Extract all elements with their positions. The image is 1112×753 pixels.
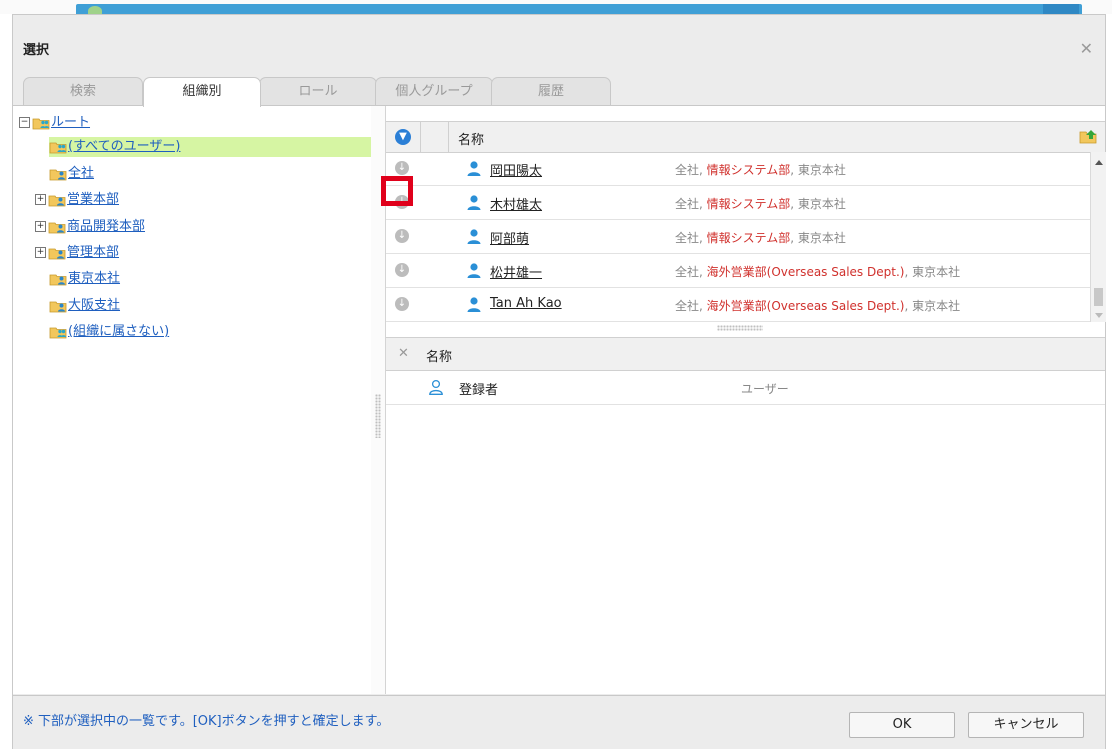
dialog-footer: ※ 下部が選択中の一覧です。[OK]ボタンを押すと確定します。 OK キャンセル: [13, 695, 1105, 749]
tree-node-root[interactable]: − ルート: [19, 113, 90, 133]
tree-node-all-users[interactable]: (すべてのユーザー): [49, 137, 371, 157]
tree-label[interactable]: 管理本部: [67, 245, 119, 260]
tab-role[interactable]: ロール: [259, 77, 377, 105]
collapse-icon[interactable]: −: [19, 117, 30, 128]
org-folder-icon: [48, 222, 66, 233]
tab-by-organization[interactable]: 組織別: [143, 77, 261, 107]
user-organization: 全社, 海外営業部(Overseas Sales Dept.), 東京本社: [675, 265, 961, 279]
user-grid-body: ↓ 岡田陽太 全社, 情報システム部, 東京本社 ↓ 木村雄太 全社, 情報シス…: [386, 152, 1090, 322]
splitter-grip-icon[interactable]: [717, 325, 763, 331]
column-header-name[interactable]: 名称: [426, 346, 452, 365]
horizontal-splitter[interactable]: [386, 322, 1105, 338]
scroll-up-icon[interactable]: [1095, 160, 1103, 165]
tree-node-admin[interactable]: + 管理本部: [35, 243, 119, 263]
dialog-titlebar: 選択 ✕: [13, 15, 1105, 65]
cancel-button[interactable]: キャンセル: [968, 712, 1084, 738]
user-name-link[interactable]: 木村雄太: [490, 194, 542, 213]
user-name-link[interactable]: Tan Ah Kao: [490, 296, 562, 311]
org-folder-icon: [49, 301, 67, 312]
add-user-icon[interactable]: ↓: [395, 297, 409, 311]
tree-node-product-dev[interactable]: + 商品開発本部: [35, 217, 145, 237]
user-organization: 全社, 海外営業部(Overseas Sales Dept.), 東京本社: [675, 299, 961, 313]
tree-label-root[interactable]: ルート: [51, 115, 90, 130]
table-row[interactable]: ↓ 阿部萌 全社, 情報システム部, 東京本社: [386, 220, 1090, 254]
tree-label[interactable]: 全社: [68, 166, 94, 181]
expand-icon[interactable]: +: [35, 194, 46, 205]
tab-history[interactable]: 履歴: [491, 77, 611, 105]
user-grid-scrollbar[interactable]: [1090, 152, 1106, 322]
user-organization: 全社, 情報システム部, 東京本社: [675, 163, 846, 177]
tree-node-company[interactable]: 全社: [49, 164, 94, 184]
table-row[interactable]: ↓ 岡田陽太 全社, 情報システム部, 東京本社: [386, 152, 1090, 186]
tree-node-sales[interactable]: + 営業本部: [35, 190, 119, 210]
annotation-highlight-box: [381, 176, 413, 206]
tree-node-osaka[interactable]: 大阪支社: [49, 296, 120, 316]
scroll-down-icon[interactable]: [1095, 313, 1103, 318]
add-user-icon[interactable]: ↓: [395, 229, 409, 243]
footer-note: ※ 下部が選択中の一覧です。[OK]ボタンを押すと確定します。: [23, 714, 390, 729]
organization-tree: − ルート (すべてのユーザー) 全社 + 営業本部 + 商品開発本部 + 管理本部 東…: [13, 106, 372, 694]
column-header-name[interactable]: 名称: [458, 129, 484, 148]
tab-search[interactable]: 検索: [23, 77, 143, 105]
tab-personal-group[interactable]: 個人グループ: [375, 77, 493, 105]
tree-label[interactable]: 営業本部: [67, 192, 119, 207]
user-name-link[interactable]: 阿部萌: [490, 228, 529, 247]
user-organization: 全社, 情報システム部, 東京本社: [675, 197, 846, 211]
user-name-link[interactable]: 岡田陽太: [490, 160, 542, 179]
splitter-grip-icon[interactable]: [375, 394, 381, 438]
org-folder-icon: [49, 169, 67, 180]
remove-all-icon[interactable]: ✕: [398, 346, 409, 361]
table-row[interactable]: ↓ 木村雄太 全社, 情報システム部, 東京本社: [386, 186, 1090, 220]
user-organization: 全社, 情報システム部, 東京本社: [675, 231, 846, 245]
dialog-title: 選択: [23, 43, 50, 58]
user-icon: [467, 297, 481, 312]
column-divider: [448, 122, 449, 152]
user-selection-area: ▼ 名称 ↓ 岡田陽太 全社, 情報システム部, 東京本社 ↓ 木村雄太 全社,…: [386, 106, 1106, 694]
selected-grid-header: ✕ 名称: [386, 337, 1105, 371]
user-icon: [467, 161, 481, 176]
user-icon: [467, 229, 481, 244]
selected-name: 登録者: [459, 383, 499, 398]
org-folder-icon: [48, 248, 66, 259]
group-folder-icon: [49, 327, 67, 338]
add-all-icon[interactable]: ▼: [395, 129, 411, 145]
tree-node-tokyo[interactable]: 東京本社: [49, 269, 120, 289]
selected-type: ユーザー: [741, 382, 789, 396]
select-dialog: 選択 ✕ 検索 組織別 ロール 個人グループ 履歴 − ルート (すべてのユーザー…: [12, 14, 1106, 749]
tree-label[interactable]: (組織に属さない): [68, 324, 169, 339]
tree-label[interactable]: (すべてのユーザー): [68, 139, 180, 154]
table-row[interactable]: ↓ Tan Ah Kao 全社, 海外営業部(Overseas Sales De…: [386, 288, 1090, 322]
selected-list-item[interactable]: 登録者 ユーザー: [386, 370, 1105, 405]
user-name-link[interactable]: 松井雄一: [490, 262, 542, 281]
org-folder-icon: [48, 195, 66, 206]
org-folder-icon: [49, 274, 67, 285]
folder-up-icon[interactable]: [1079, 128, 1099, 144]
column-divider: [420, 122, 421, 152]
add-user-icon[interactable]: ↓: [395, 263, 409, 277]
expand-icon[interactable]: +: [35, 221, 46, 232]
user-grid-header: ▼ 名称: [386, 121, 1105, 153]
scroll-thumb[interactable]: [1094, 288, 1103, 306]
user-outline-icon: [429, 379, 443, 395]
tree-label[interactable]: 東京本社: [68, 271, 120, 286]
user-icon: [467, 195, 481, 210]
close-icon[interactable]: ✕: [1080, 39, 1093, 58]
tab-bar: 検索 組織別 ロール 個人グループ 履歴: [13, 75, 1105, 107]
add-user-icon[interactable]: ↓: [395, 161, 409, 175]
tree-node-no-org[interactable]: (組織に属さない): [49, 322, 169, 342]
group-folder-icon: [32, 118, 50, 129]
tree-label[interactable]: 商品開発本部: [67, 219, 145, 234]
tree-label[interactable]: 大阪支社: [68, 298, 120, 313]
expand-icon[interactable]: +: [35, 247, 46, 258]
table-row[interactable]: ↓ 松井雄一 全社, 海外営業部(Overseas Sales Dept.), …: [386, 254, 1090, 288]
group-folder-icon: [49, 142, 67, 153]
user-icon: [467, 263, 481, 278]
ok-button[interactable]: OK: [849, 712, 955, 738]
